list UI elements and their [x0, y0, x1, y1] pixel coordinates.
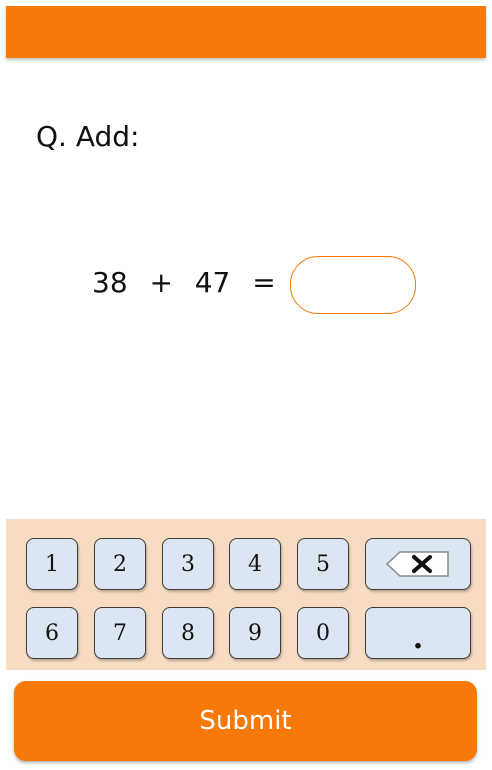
backspace-icon: [386, 551, 450, 577]
key-8[interactable]: 8: [162, 607, 214, 659]
operand-b: 47: [194, 266, 231, 299]
key-4[interactable]: 4: [229, 538, 281, 590]
submit-button[interactable]: Submit: [14, 681, 477, 761]
answer-input[interactable]: [290, 256, 416, 314]
operand-a: 38: [92, 266, 128, 299]
key-0[interactable]: 0: [297, 607, 349, 659]
key-3[interactable]: 3: [162, 538, 214, 590]
key-7[interactable]: 7: [94, 607, 146, 659]
decimal-point-key[interactable]: .: [365, 607, 471, 659]
operator-plus: +: [149, 266, 173, 299]
key-1[interactable]: 1: [26, 538, 78, 590]
key-2[interactable]: 2: [94, 538, 146, 590]
backspace-button[interactable]: [365, 538, 471, 590]
question-prompt: Q. Add:: [36, 120, 140, 153]
key-5[interactable]: 5: [297, 538, 349, 590]
math-expression: 38 + 47 =: [92, 266, 276, 299]
key-9[interactable]: 9: [229, 607, 281, 659]
keypad: 1 2 3 4 5 6 7 8 9 0 .: [6, 519, 486, 670]
header-bar: [6, 6, 486, 58]
key-6[interactable]: 6: [26, 607, 78, 659]
equals-sign: =: [252, 266, 276, 299]
